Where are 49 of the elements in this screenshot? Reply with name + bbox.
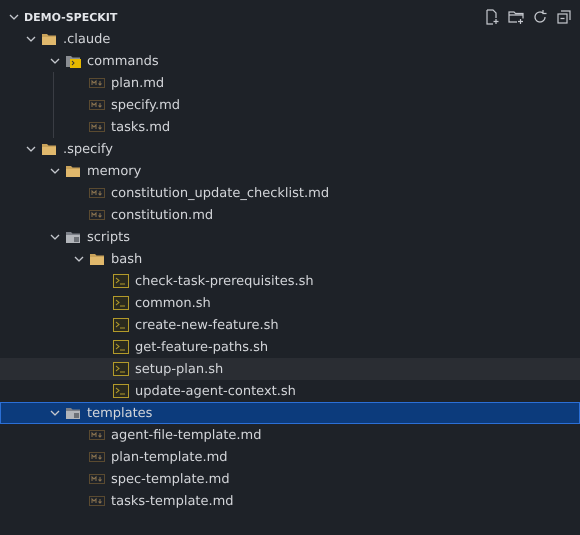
tree-item[interactable]: constitution.md — [0, 204, 580, 226]
markdown-file-icon — [89, 100, 105, 110]
markdown-file-icon — [89, 474, 105, 484]
markdown-file-icon — [89, 452, 105, 462]
tree-item[interactable]: scripts — [0, 226, 580, 248]
new-folder-icon[interactable] — [508, 9, 524, 25]
tree-item[interactable]: .specify — [0, 138, 580, 160]
new-file-icon[interactable] — [484, 9, 500, 25]
folder-icon — [65, 164, 81, 178]
tree-item[interactable]: common.sh — [0, 292, 580, 314]
folder-icon — [65, 406, 81, 420]
markdown-file-icon — [89, 188, 105, 198]
tree-item[interactable]: check-task-prerequisites.sh — [0, 270, 580, 292]
folder-icon — [89, 252, 105, 266]
tree-item[interactable]: bash — [0, 248, 580, 270]
terminal-file-icon — [113, 384, 129, 398]
markdown-file-icon — [89, 78, 105, 88]
terminal-file-icon — [113, 340, 129, 354]
tree-item[interactable]: agent-file-template.md — [0, 424, 580, 446]
markdown-file-icon — [89, 122, 105, 132]
markdown-file-icon — [89, 210, 105, 220]
tree-item[interactable]: .claude — [0, 28, 580, 50]
markdown-file-icon — [89, 496, 105, 506]
tree-item[interactable]: constitution_update_checklist.md — [0, 182, 580, 204]
tree-item[interactable]: tasks-template.md — [0, 490, 580, 512]
tree-item[interactable]: commands — [0, 50, 580, 72]
folder-icon — [65, 230, 81, 244]
terminal-file-icon — [113, 318, 129, 332]
terminal-file-icon — [113, 274, 129, 288]
folder-icon — [41, 142, 57, 156]
tree-item[interactable]: memory — [0, 160, 580, 182]
refresh-icon[interactable] — [532, 9, 548, 25]
explorer-title: DEMO-SPECKIT — [24, 10, 118, 24]
tree-item[interactable]: create-new-feature.sh — [0, 314, 580, 336]
tree-item[interactable]: update-agent-context.sh — [0, 380, 580, 402]
folder-icon — [41, 32, 57, 46]
tree-item[interactable]: get-feature-paths.sh — [0, 336, 580, 358]
tree-item[interactable]: specify.md — [0, 94, 580, 116]
terminal-file-icon — [113, 362, 129, 376]
tree-item[interactable]: plan.md — [0, 72, 580, 94]
terminal-file-icon — [113, 296, 129, 310]
tree-item[interactable]: spec-template.md — [0, 468, 580, 490]
collapse-all-icon[interactable] — [556, 9, 572, 25]
tree-item[interactable]: tasks.md — [0, 116, 580, 138]
tree-item[interactable]: templates — [0, 402, 580, 424]
tree-item[interactable]: setup-plan.sh — [0, 358, 580, 380]
markdown-file-icon — [89, 430, 105, 440]
tree-item[interactable]: plan-template.md — [0, 446, 580, 468]
folder-terminal-icon — [65, 54, 81, 68]
